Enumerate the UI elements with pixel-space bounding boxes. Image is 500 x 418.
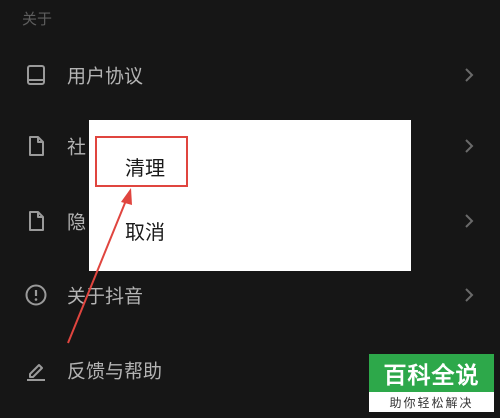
chevron-right-icon — [465, 68, 474, 82]
watermark-tagline: 助你轻松解决 — [369, 392, 494, 412]
chevron-right-icon — [465, 288, 474, 302]
cancel-option[interactable]: 取消 — [125, 216, 165, 245]
section-title: 关于 — [22, 10, 53, 28]
edit-icon — [27, 364, 45, 381]
menu-item-label: 社 — [67, 136, 87, 159]
menu-item-label: 关于抖音 — [67, 285, 144, 308]
action-dialog: 清理 取消 — [89, 120, 411, 271]
menu-item-user-agreement[interactable]: 用户协议 — [0, 45, 500, 105]
menu-item-label: 隐 — [67, 211, 87, 234]
info-icon — [25, 284, 47, 306]
document-icon — [29, 211, 44, 231]
document-icon — [29, 136, 44, 156]
chevron-right-icon — [465, 139, 474, 153]
book-icon — [27, 65, 45, 85]
menu-item-label: 用户协议 — [67, 65, 144, 88]
clear-option[interactable]: 清理 — [125, 152, 165, 181]
menu-item-label: 反馈与帮助 — [67, 360, 163, 383]
watermark-logo: 百科全说 助你轻松解决 — [369, 354, 494, 412]
watermark-brand: 百科全说 — [369, 354, 494, 392]
chevron-right-icon — [465, 214, 474, 228]
menu-item-about[interactable]: 关于抖音 — [0, 265, 500, 325]
